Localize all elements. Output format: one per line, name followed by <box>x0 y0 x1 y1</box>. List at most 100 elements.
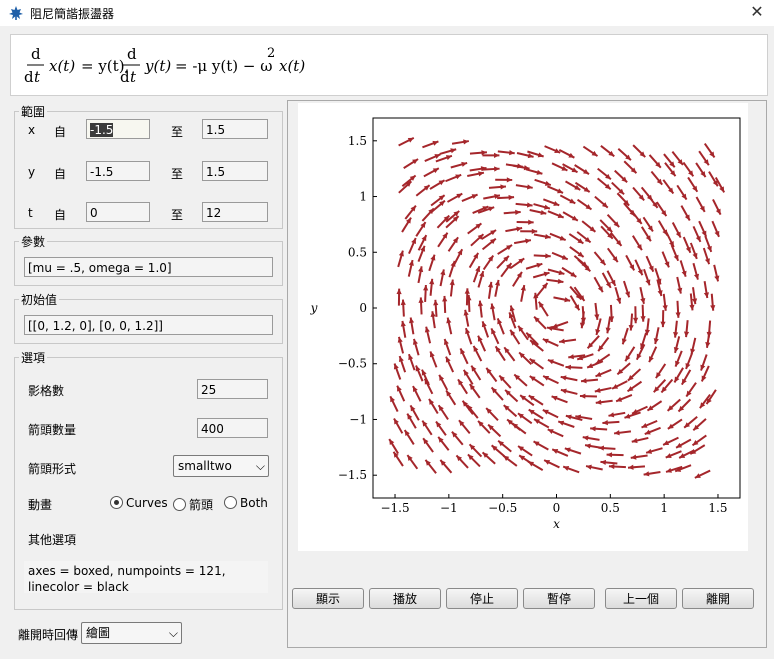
eq-dt1-t: t <box>34 68 41 86</box>
vector-arrow <box>654 267 662 285</box>
vector-arrow <box>487 423 502 438</box>
vector-arrow <box>468 252 480 269</box>
vector-arrow <box>634 259 644 276</box>
x-from-input[interactable]: -1.5 <box>86 119 150 139</box>
vector-arrow <box>713 264 720 282</box>
radio-curves[interactable]: Curves <box>110 496 168 510</box>
x-tick-label: −1.5 <box>380 501 409 515</box>
vector-arrow <box>534 178 552 187</box>
vector-arrow <box>611 181 625 196</box>
vector-arrow <box>662 179 675 195</box>
vector-arrow <box>597 167 612 181</box>
vector-arrow <box>409 404 420 421</box>
range-t-var: t <box>28 206 33 220</box>
vector-arrow <box>422 437 434 453</box>
arrow-type-value: smalltwo <box>178 459 232 473</box>
vector-arrow <box>680 369 692 386</box>
vector-arrow <box>396 288 402 306</box>
range-y-from-label: 自 <box>54 167 67 181</box>
pause-button[interactable]: 暫停 <box>523 588 595 609</box>
vector-arrow <box>423 167 440 178</box>
radio-arrows[interactable]: 箭頭 <box>173 496 213 513</box>
vector-arrow <box>582 145 599 157</box>
quit-button[interactable]: 離開 <box>682 588 754 609</box>
y-tick-label: −0.5 <box>338 357 367 371</box>
frames-input[interactable]: 25 <box>197 379 268 399</box>
vector-arrow <box>657 220 669 236</box>
x-to-input[interactable]: 1.5 <box>202 119 268 139</box>
vector-arrow <box>561 266 577 278</box>
vector-arrow <box>529 209 547 216</box>
stop-button[interactable]: 停止 <box>446 588 518 609</box>
vector-arrow <box>415 365 424 382</box>
vector-arrow <box>712 198 722 216</box>
vector-arrow <box>700 354 708 371</box>
params-input[interactable]: [mu = .5, omega = 1.0] <box>24 257 273 277</box>
vector-arrow <box>468 443 483 458</box>
init-input[interactable]: [[0, 1.2, 0], [0, 0, 1.2]] <box>24 315 273 335</box>
range-x-to-label: 至 <box>171 125 184 139</box>
vector-arrow <box>562 465 580 474</box>
chevron-down-icon: ⌵ <box>168 626 178 640</box>
equation-display: d d t x(t) = y(t), d d t y(t) = -μ y(t) … <box>10 34 768 96</box>
vector-arrow <box>458 419 471 435</box>
vector-arrow <box>424 459 437 474</box>
close-icon[interactable]: ✕ <box>740 0 774 26</box>
vector-arrow <box>481 451 496 465</box>
exit-return-select[interactable]: 繪圖 ⌵ <box>81 622 182 644</box>
vector-arrow <box>666 398 681 412</box>
eq-dt2-t: t <box>130 68 137 86</box>
vector-arrow <box>477 300 484 318</box>
range-legend: 範圍 <box>21 105 46 119</box>
vector-arrow <box>516 151 534 159</box>
radio-arrows-dot <box>173 498 186 511</box>
vector-arrow <box>509 329 521 345</box>
y-to-input[interactable]: 1.5 <box>202 161 268 181</box>
vector-arrow <box>546 278 564 284</box>
t-from-input[interactable]: 0 <box>86 202 150 222</box>
vector-arrow <box>472 265 481 283</box>
vector-arrow <box>439 269 446 287</box>
vector-arrow <box>398 136 415 147</box>
vector-arrow <box>580 378 599 384</box>
vector-arrow <box>632 306 639 324</box>
vector-arrow <box>445 173 462 183</box>
vector-arrow <box>687 176 699 193</box>
arrows-count-label: 箭頭數量 <box>28 423 77 437</box>
eq-d1: d <box>31 45 41 63</box>
prev-button[interactable]: 上一個 <box>605 588 677 609</box>
vector-arrow <box>490 327 500 345</box>
vector-arrow <box>635 343 646 361</box>
other-options-input[interactable]: axes = boxed, numpoints = 121, linecolor… <box>24 561 268 594</box>
vector-arrow <box>438 374 449 391</box>
vector-arrow <box>675 438 692 449</box>
arrows-count-input[interactable]: 400 <box>197 418 268 438</box>
vector-arrow <box>580 306 587 324</box>
t-to-input[interactable]: 12 <box>202 202 268 222</box>
vector-arrow <box>703 142 716 159</box>
eq-d2: d <box>127 45 137 63</box>
radio-curves-dot <box>110 496 123 509</box>
vector-arrow <box>490 444 506 458</box>
show-button[interactable]: 顯示 <box>292 588 364 609</box>
vector-arrow <box>557 420 575 428</box>
vector-arrow <box>625 254 636 271</box>
vector-arrow <box>423 284 429 303</box>
radio-both[interactable]: Both <box>224 496 268 510</box>
vector-arrow <box>457 378 468 395</box>
vector-arrow <box>606 247 619 263</box>
vector-arrow <box>423 378 434 395</box>
vector-arrow <box>430 311 436 329</box>
y-from-input[interactable]: -1.5 <box>86 161 150 181</box>
y-axis-label: y <box>310 301 318 315</box>
window-title: 阻尼簡諧振盪器 <box>30 7 115 21</box>
radio-curves-label: Curves <box>126 496 168 510</box>
arrow-type-select[interactable]: smalltwo ⌵ <box>173 455 269 477</box>
vector-arrow <box>606 213 620 228</box>
vector-arrow <box>470 233 485 247</box>
vector-arrow <box>533 233 551 240</box>
vector-arrow <box>594 386 612 393</box>
vector-arrow <box>451 139 470 145</box>
vector-arrow <box>549 232 567 242</box>
play-button[interactable]: 播放 <box>369 588 441 609</box>
